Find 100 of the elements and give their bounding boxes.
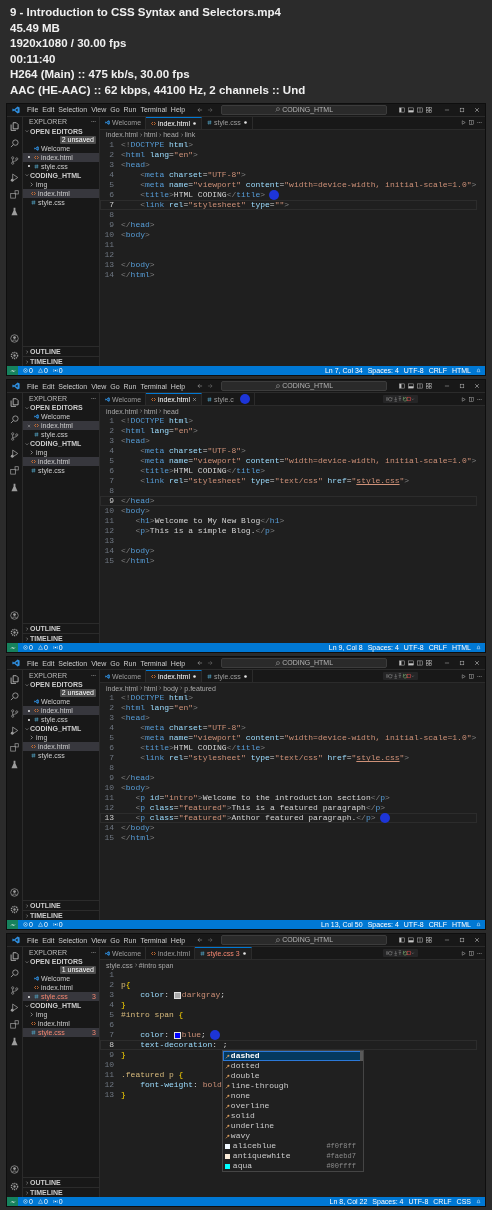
sidebar-layout-icon[interactable] [399,383,405,390]
flask-icon[interactable] [10,1037,19,1047]
grid-layout-icon[interactable] [426,937,432,944]
back-arrow-icon[interactable] [197,383,204,390]
account-icon[interactable] [10,1165,19,1174]
split-editor-icon[interactable] [469,396,474,402]
extensions-icon[interactable] [10,743,19,753]
more-icon[interactable] [477,950,482,956]
code-line: </body> [121,259,155,270]
branch-icon[interactable] [10,709,19,719]
remote-button[interactable] [7,643,18,653]
extensions-icon[interactable] [10,1020,19,1030]
account-icon[interactable] [10,611,19,621]
debug-controls-icon[interactable] [386,396,415,403]
panel-layout-icon[interactable] [408,937,414,944]
search-icon[interactable] [10,969,19,979]
branch-icon[interactable] [10,986,19,996]
split-layout-icon[interactable] [417,660,423,667]
run-icon[interactable] [10,172,19,182]
panel-layout-icon[interactable] [408,106,414,113]
back-arrow-icon[interactable] [197,106,204,113]
split-layout-icon[interactable] [417,106,423,113]
code-line: } [121,1000,126,1011]
debug-toolbar[interactable] [383,949,418,958]
debug-toolbar[interactable] [383,395,418,404]
more-icon[interactable] [477,673,482,679]
split-editor-icon[interactable] [469,950,474,956]
suggestion-item[interactable]: dotted [222,1061,363,1072]
flask-icon[interactable] [10,483,19,493]
close-icon[interactable] [474,383,480,390]
maximize-icon[interactable] [459,106,465,113]
grid-layout-icon[interactable] [426,383,432,390]
run-icon[interactable] [461,396,466,402]
close-icon[interactable] [474,937,480,944]
suggestion-item[interactable]: line-through [222,1081,363,1092]
code-line: <head> [121,159,150,170]
split-editor-icon[interactable] [469,673,474,679]
search-icon[interactable] [10,692,19,702]
more-icon[interactable] [91,672,96,678]
account-icon[interactable] [10,334,19,344]
grid-layout-icon[interactable] [426,660,432,667]
more-icon[interactable] [91,949,96,955]
close-icon[interactable] [474,106,480,113]
back-arrow-icon[interactable] [197,937,204,944]
run-icon[interactable] [10,449,19,459]
suggestion-item[interactable]: solid [222,1111,363,1122]
suggestion-item[interactable]: underline [222,1121,363,1132]
search-icon[interactable] [10,415,19,425]
panel-layout-icon[interactable] [408,660,414,667]
run-icon[interactable] [461,673,466,679]
split-layout-icon[interactable] [417,937,423,944]
maximize-icon[interactable] [459,383,465,390]
run-icon[interactable] [10,726,19,736]
files-icon[interactable] [10,952,19,962]
debug-toolbar[interactable] [383,672,418,681]
account-icon[interactable] [10,888,19,898]
settings-icon[interactable] [10,1182,19,1191]
suggestion-item[interactable]: wavy [222,1131,363,1142]
run-icon[interactable] [10,1003,19,1013]
more-icon[interactable] [91,395,96,401]
files-icon[interactable] [10,398,19,408]
run-icon[interactable] [461,120,466,126]
grid-layout-icon[interactable] [426,106,432,113]
remote-button[interactable] [7,920,18,930]
files-icon[interactable] [10,675,19,685]
extensions-icon[interactable] [10,189,19,199]
suggestion-item[interactable]: double [222,1071,363,1082]
settings-icon[interactable] [10,628,19,638]
panel-layout-icon[interactable] [408,383,414,390]
split-layout-icon[interactable] [417,383,423,390]
flask-icon[interactable] [10,760,19,770]
branch-icon[interactable] [10,155,19,165]
search-icon[interactable] [10,138,19,148]
logo-icon [34,976,39,982]
files-icon[interactable] [10,121,19,131]
branch-icon[interactable] [10,432,19,442]
sidebar-layout-icon[interactable] [399,106,405,113]
suggestion-item[interactable]: overline [222,1101,363,1112]
maximize-icon[interactable] [459,937,465,944]
run-icon[interactable] [461,950,466,956]
scrollbar-thumb[interactable] [359,1051,363,1062]
more-icon[interactable] [477,396,482,402]
debug-controls-icon[interactable] [386,673,415,680]
settings-icon[interactable] [10,351,19,361]
more-icon[interactable] [91,119,96,125]
extensions-icon[interactable] [10,466,19,476]
debug-controls-icon[interactable] [386,950,415,957]
more-icon[interactable] [477,120,482,126]
sidebar-layout-icon[interactable] [399,660,405,667]
settings-icon[interactable] [10,905,19,915]
close-icon[interactable] [191,397,197,403]
suggestion-item[interactable]: none [222,1091,363,1102]
back-arrow-icon[interactable] [197,660,204,667]
maximize-icon[interactable] [459,660,465,667]
sidebar-layout-icon[interactable] [399,937,405,944]
close-icon[interactable] [474,660,480,667]
flask-icon[interactable] [10,206,19,216]
suggestion-item[interactable]: dashed [222,1051,363,1062]
split-editor-icon[interactable] [469,120,474,126]
remote-button[interactable] [7,366,18,376]
